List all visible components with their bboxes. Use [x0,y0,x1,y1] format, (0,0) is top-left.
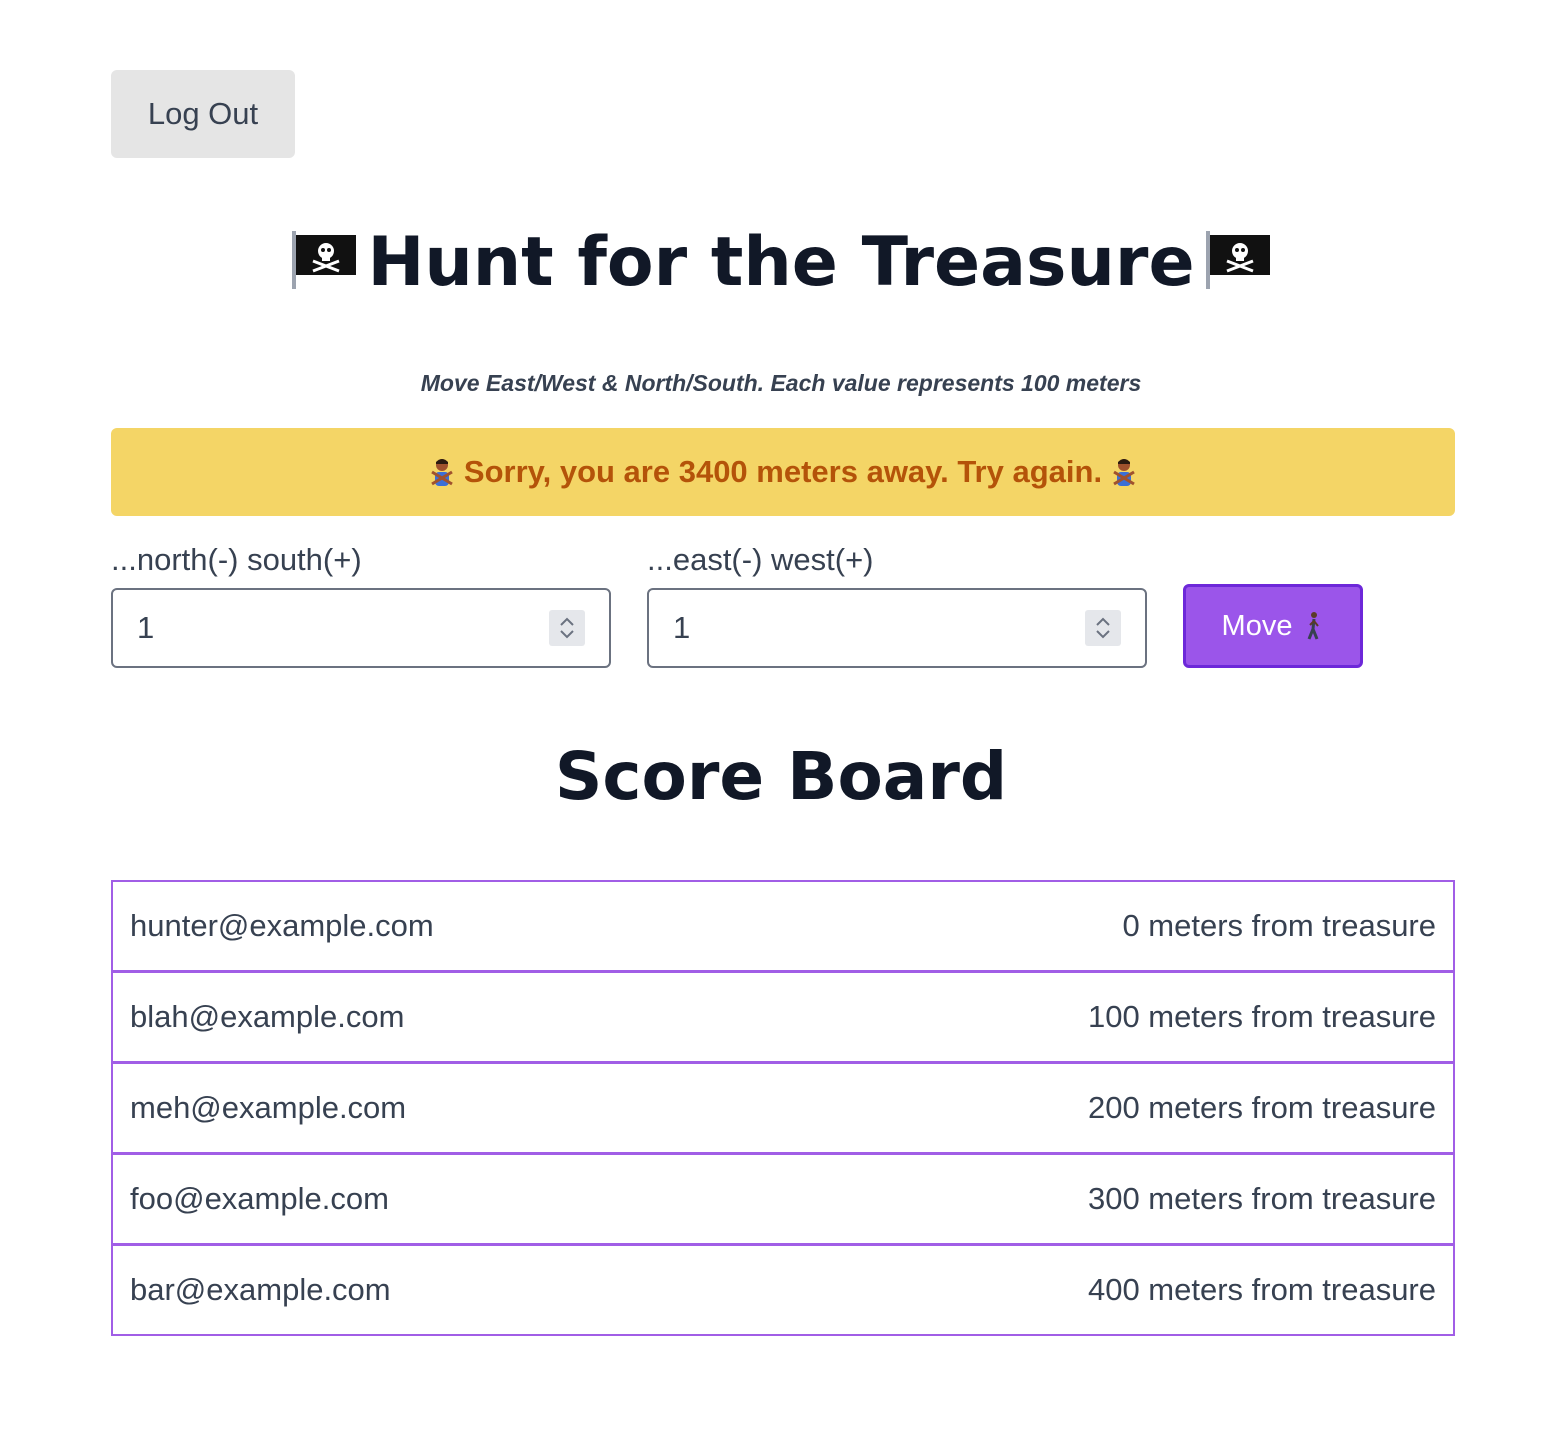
person-gesturing-no-icon [1113,459,1135,486]
player-email: blah@example.com [130,999,405,1034]
table-row: bar@example.com 400 meters from treasure [111,1244,1455,1336]
alert-text: Sorry, you are 3400 meters away. Try aga… [463,454,1103,489]
pirate-flag-icon [1205,231,1270,289]
person-walking-icon [1308,612,1320,640]
player-email: foo@example.com [130,1181,389,1216]
scoreboard-table: hunter@example.com 0 meters from treasur… [111,880,1455,1336]
table-row: hunter@example.com 0 meters from treasur… [111,880,1455,972]
player-distance: 0 meters from treasure [1122,908,1436,943]
player-email: meh@example.com [130,1090,407,1125]
player-distance: 100 meters from treasure [1087,999,1436,1034]
move-button-label: Move [1221,609,1293,642]
table-row: blah@example.com 100 meters from treasur… [111,971,1455,1063]
title-text: Hunt for the Treasure [367,223,1195,302]
page-title: Hunt for the Treasure [0,218,1562,308]
scoreboard-title: Score Board [554,738,1008,815]
player-email: hunter@example.com [130,908,434,943]
distance-alert: Sorry, you are 3400 meters away. Try aga… [111,428,1455,516]
pirate-flag-icon [292,231,357,289]
east-west-input[interactable]: 1 [647,588,1147,668]
table-row: meh@example.com 200 meters from treasure [111,1062,1455,1154]
east-west-value: 1 [673,610,691,645]
player-distance: 300 meters from treasure [1087,1181,1436,1216]
instructions-text: Move East/West & North/South. Each value… [420,370,1142,396]
north-south-label: ...north(-) south(+) [111,542,362,577]
east-west-label: ...east(-) west(+) [647,542,874,577]
logout-button[interactable]: Log Out [111,70,295,158]
treasure-hunt-page: Log Out Hunt for the Treasure Move East/… [0,0,1562,1442]
table-row: foo@example.com 300 meters from treasure [111,1153,1455,1245]
player-distance: 200 meters from treasure [1087,1090,1436,1125]
north-south-value: 1 [137,610,155,645]
move-button[interactable]: Move [1183,584,1363,668]
number-spinner-icon[interactable] [1085,610,1121,646]
person-gesturing-no-icon [431,459,453,486]
player-email: bar@example.com [130,1272,391,1307]
number-spinner-icon[interactable] [549,610,585,646]
player-distance: 400 meters from treasure [1087,1272,1436,1307]
north-south-input[interactable]: 1 [111,588,611,668]
